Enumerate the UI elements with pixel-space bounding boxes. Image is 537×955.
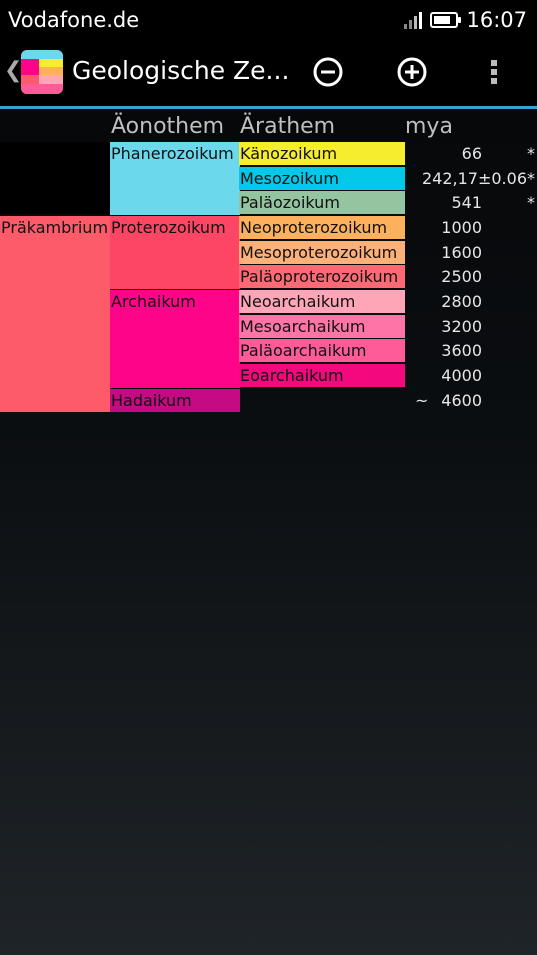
era-mesoproterozoikum[interactable]: Mesoproterozoikum [239, 241, 405, 264]
mya-value: 1600 [441, 243, 482, 262]
footnote-star: * [527, 169, 535, 188]
page-title: Geologische Ze... [72, 56, 290, 85]
era-kanozoikum[interactable]: Känozoikum [239, 142, 405, 165]
mya-value: 66 [461, 144, 482, 163]
footnote-star: * [527, 144, 535, 163]
era-neoarchaikum[interactable]: Neoarchaikum [239, 290, 405, 313]
mya-value: 4600 [441, 391, 482, 410]
up-navigation-icon[interactable]: ❮ [4, 58, 22, 83]
battery-icon [430, 12, 462, 28]
mya-value: 3600 [441, 341, 482, 360]
era-neoproterozoikum[interactable]: Neoproterozoikum [239, 216, 405, 239]
eon-hadaikum[interactable]: Hadaikum [110, 389, 240, 412]
zoom-in-button[interactable] [394, 54, 430, 90]
minus-circle-icon [313, 57, 343, 87]
header-arathem: Ärathem [240, 114, 336, 139]
mya-value: 541 [451, 193, 482, 212]
header-aeonothem: Äonothem [111, 114, 225, 139]
action-bar: ❮ Geologische Ze... [0, 40, 537, 106]
header-mya: mya [405, 114, 453, 139]
plus-circle-icon [397, 57, 427, 87]
eon-proterozoikum[interactable]: Proterozoikum [110, 216, 240, 289]
eon-archaikum[interactable]: Archaikum [110, 290, 240, 388]
mya-value: 3200 [441, 317, 482, 336]
empty-super-eon-cell [0, 142, 110, 214]
status-bar: Vodafone.de 16:07 [0, 0, 537, 40]
overflow-menu-icon [491, 60, 497, 84]
era-mesoarchaikum[interactable]: Mesoarchaikum [239, 315, 405, 338]
mya-value: 2500 [441, 267, 482, 286]
signal-icon [404, 11, 423, 29]
mya-value: 1000 [441, 218, 482, 237]
era-palaoarchaikum[interactable]: Paläoarchaikum [239, 339, 405, 362]
era-palaoproterozoikum[interactable]: Paläoproterozoikum [239, 265, 405, 288]
clock: 16:07 [466, 8, 527, 32]
footnote-star: * [527, 193, 535, 212]
app-icon[interactable] [21, 50, 63, 94]
era-mesozoikum[interactable]: Mesozoikum [239, 167, 405, 190]
era-palaozoikum[interactable]: Paläozoikum [239, 191, 405, 214]
carrier-name: Vodafone.de [8, 8, 140, 32]
action-bar-divider [0, 106, 537, 109]
mya-value: 2800 [441, 292, 482, 311]
mya-value: 242,17±0.06 [421, 169, 527, 188]
super-eon-prakambrium[interactable]: Präkambrium [0, 216, 110, 412]
mya-value: 4000 [441, 366, 482, 385]
zoom-out-button[interactable] [310, 54, 346, 90]
eon-phanerozoikum[interactable]: Phanerozoikum [110, 142, 240, 215]
era-eoarchaikum[interactable]: Eoarchaikum [239, 364, 405, 387]
overflow-menu-button[interactable] [476, 54, 512, 90]
